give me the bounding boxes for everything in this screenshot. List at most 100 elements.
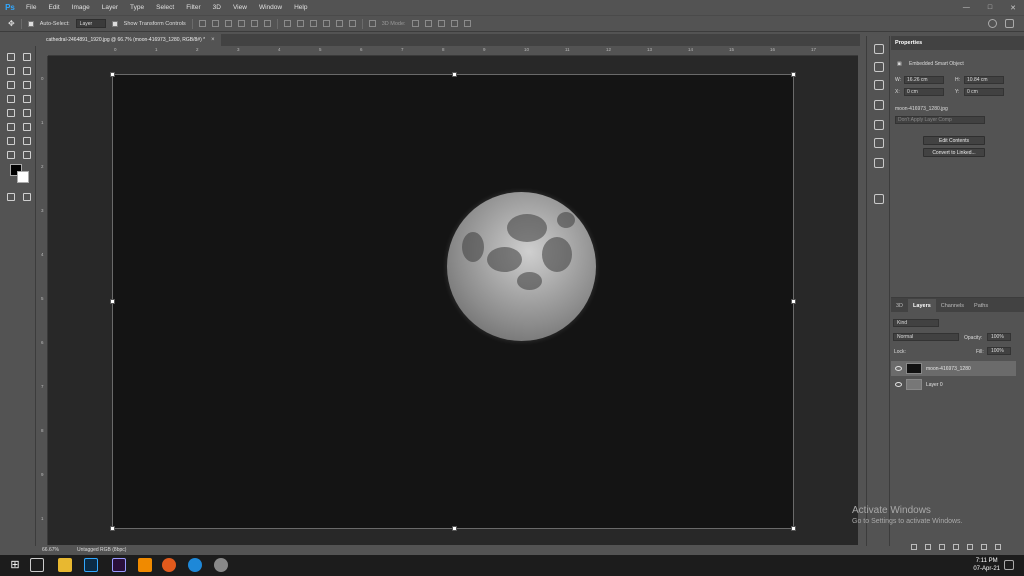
brush-tool-icon[interactable] <box>21 93 31 103</box>
close-icon[interactable]: × <box>211 37 215 43</box>
menu-layer[interactable]: Layer <box>96 4 124 11</box>
transform-handle[interactable] <box>110 299 115 304</box>
pen-tool-icon[interactable] <box>5 135 15 145</box>
group-icon[interactable] <box>967 544 973 550</box>
background-color-swatch[interactable] <box>17 171 29 183</box>
path-selection-icon[interactable] <box>21 135 31 145</box>
adjustment-layer-icon[interactable] <box>953 544 959 550</box>
clone-stamp-icon[interactable] <box>5 107 15 117</box>
blender-icon[interactable] <box>214 558 228 572</box>
quick-mask-icon[interactable] <box>5 191 15 201</box>
eraser-tool-icon[interactable] <box>5 121 15 131</box>
tab-channels[interactable]: Channels <box>936 299 969 312</box>
artboard-tool-icon[interactable] <box>21 51 31 61</box>
eyedropper-tool-icon[interactable] <box>21 79 31 89</box>
properties-icon[interactable] <box>874 100 884 110</box>
layer-row[interactable]: Layer 0 <box>891 377 1016 392</box>
kind-filter-dropdown[interactable]: Kind <box>893 319 939 327</box>
glyphs-icon[interactable] <box>874 194 884 204</box>
menu-filter[interactable]: Filter <box>180 4 206 11</box>
transform-handle[interactable] <box>110 72 115 77</box>
character-icon[interactable] <box>874 120 884 130</box>
vlc-icon[interactable] <box>138 558 152 572</box>
menu-view[interactable]: View <box>227 4 253 11</box>
height-field[interactable]: 10.84 cm <box>964 76 1004 84</box>
blend-mode-dropdown[interactable]: Normal <box>893 333 959 341</box>
align-bottom-icon[interactable] <box>224 20 232 27</box>
show-transform-checkbox[interactable] <box>111 20 118 27</box>
distribute-center-icon[interactable] <box>335 20 343 27</box>
history-brush-icon[interactable] <box>21 107 31 117</box>
auto-select-target-dropdown[interactable]: Layer <box>75 19 106 28</box>
link-icon[interactable] <box>911 544 917 550</box>
new-layer-icon[interactable] <box>981 544 987 550</box>
quick-select-tool-icon[interactable] <box>21 65 31 75</box>
history-icon[interactable] <box>874 44 884 54</box>
lasso-tool-icon[interactable] <box>5 65 15 75</box>
3d-slide-icon[interactable] <box>450 20 458 27</box>
menu-window[interactable]: Window <box>253 4 288 11</box>
distribute-top-icon[interactable] <box>283 20 291 27</box>
layer-comp-dropdown[interactable]: Don't Apply Layer Comp <box>895 116 985 124</box>
tab-3d[interactable]: 3D <box>891 299 908 312</box>
file-explorer-icon[interactable] <box>58 558 72 572</box>
align-right-icon[interactable] <box>263 20 271 27</box>
adjustments-icon[interactable] <box>874 80 884 90</box>
menu-image[interactable]: Image <box>66 4 96 11</box>
transform-handle[interactable] <box>110 526 115 531</box>
layer-row[interactable]: moon-416973_1280 <box>891 361 1016 376</box>
distribute-right-icon[interactable] <box>348 20 356 27</box>
screen-mode-icon[interactable] <box>21 191 31 201</box>
actions-icon[interactable] <box>874 62 884 72</box>
menu-type[interactable]: Type <box>124 4 150 11</box>
document-tab[interactable]: cathedral-2464891_1920.jpg @ 66.7% (moon… <box>40 34 221 46</box>
auto-select-checkbox[interactable] <box>27 20 34 27</box>
trash-icon[interactable] <box>995 544 1001 550</box>
align-left-icon[interactable] <box>237 20 245 27</box>
fx-icon[interactable] <box>925 544 931 550</box>
maximize-button[interactable]: □ <box>988 4 992 11</box>
workspace-icon[interactable] <box>1005 19 1014 28</box>
align-center-icon[interactable] <box>250 20 258 27</box>
crop-tool-icon[interactable] <box>5 79 15 89</box>
distribute-bottom-icon[interactable] <box>309 20 317 27</box>
align-top-icon[interactable] <box>198 20 206 27</box>
move-tool-icon[interactable]: ✥ <box>8 19 15 28</box>
move-tool-icon[interactable] <box>5 51 15 61</box>
width-field[interactable]: 16.26 cm <box>904 76 944 84</box>
distribute-middle-icon[interactable] <box>296 20 304 27</box>
3d-pan-icon[interactable] <box>437 20 445 27</box>
photoshop-taskbar-icon[interactable] <box>84 558 98 572</box>
windows-start-icon[interactable]: ⊞ <box>8 558 22 572</box>
firefox-icon[interactable] <box>162 558 176 572</box>
transform-handle[interactable] <box>791 526 796 531</box>
zoom-level[interactable]: 66.67% <box>42 547 59 553</box>
search-icon[interactable] <box>988 19 997 28</box>
edge-icon[interactable] <box>188 558 202 572</box>
3d-roll-icon[interactable] <box>424 20 432 27</box>
x-field[interactable]: 0 cm <box>904 88 944 96</box>
transform-handle[interactable] <box>791 299 796 304</box>
3d-scale-icon[interactable] <box>463 20 471 27</box>
paragraph-icon[interactable] <box>874 138 884 148</box>
mask-icon[interactable] <box>939 544 945 550</box>
notification-icon[interactable] <box>1004 560 1014 570</box>
auto-align-icon[interactable] <box>368 20 376 27</box>
menu-file[interactable]: File <box>20 4 42 11</box>
y-field[interactable]: 0 cm <box>964 88 1004 96</box>
transform-handle[interactable] <box>452 526 457 531</box>
transform-handle[interactable] <box>452 72 457 77</box>
edit-contents-button[interactable]: Edit Contents <box>923 136 985 145</box>
close-button[interactable]: ✕ <box>1010 4 1016 12</box>
tab-layers[interactable]: Layers <box>908 299 936 312</box>
3d-rotate-icon[interactable] <box>411 20 419 27</box>
visibility-eye-icon[interactable] <box>895 366 902 371</box>
libraries-icon[interactable] <box>874 158 884 168</box>
tray-clock[interactable]: 7:11 PM 07-Apr-21 <box>973 557 1000 573</box>
distribute-left-icon[interactable] <box>322 20 330 27</box>
menu-edit[interactable]: Edit <box>42 4 65 11</box>
type-tool-icon[interactable] <box>21 121 31 131</box>
healing-brush-icon[interactable] <box>5 93 15 103</box>
fill-field[interactable]: 100% <box>987 347 1011 355</box>
minimize-button[interactable]: — <box>963 4 970 11</box>
